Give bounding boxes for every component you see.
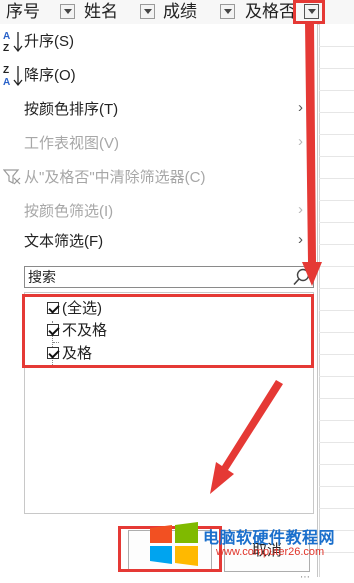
chevron-right-icon: › — [298, 231, 303, 248]
resize-grip-icon[interactable]: ⋯ — [300, 572, 314, 583]
filter-dropdown-score[interactable] — [220, 4, 235, 19]
highlight-dropdown-button — [293, 0, 325, 24]
menu-clear-filter: 从"及格否"中清除筛选器(C) — [24, 169, 206, 186]
filter-dropdown-name[interactable] — [140, 4, 155, 19]
highlight-filter-options — [22, 294, 314, 368]
column-header-score: 成绩 — [163, 2, 197, 21]
svg-text:A: A — [3, 31, 10, 42]
filter-dropdown-seq[interactable] — [60, 4, 75, 19]
svg-text:Z: Z — [3, 43, 9, 54]
search-placeholder: 搜索 — [28, 269, 56, 285]
sort-ascending-icon: A Z — [3, 31, 23, 54]
watermark-url: www.computer26.com — [216, 546, 325, 558]
menu-text-filter[interactable]: 文本筛选(F) — [24, 232, 103, 252]
svg-text:A: A — [3, 77, 10, 88]
filter-search-input[interactable]: 搜索 — [24, 266, 314, 288]
menu-sort-ascending[interactable]: 升序(S) — [24, 32, 74, 52]
chevron-right-icon: › — [298, 201, 303, 218]
column-header-seq: 序号 — [6, 2, 40, 21]
watermark-logo — [150, 522, 198, 566]
sheet-grid — [319, 24, 354, 577]
column-header-name: 姓名 — [84, 2, 118, 21]
clear-filter-icon — [3, 169, 21, 185]
svg-text:Z: Z — [3, 65, 9, 76]
sort-descending-icon: Z A — [3, 65, 23, 88]
chevron-right-icon: › — [298, 99, 303, 116]
watermark-title: 电脑软硬件教程网 — [203, 530, 336, 547]
chevron-right-icon: › — [298, 133, 303, 150]
search-icon — [293, 268, 310, 286]
menu-filter-by-color: 按颜色筛选(I) — [24, 203, 114, 220]
menu-sheet-view: 工作表视图(V) — [24, 135, 119, 152]
menu-sort-descending[interactable]: 降序(O) — [24, 66, 76, 86]
menu-sort-by-color[interactable]: 按颜色排序(T) — [24, 100, 118, 120]
column-header-pass: 及格否 — [245, 2, 296, 21]
